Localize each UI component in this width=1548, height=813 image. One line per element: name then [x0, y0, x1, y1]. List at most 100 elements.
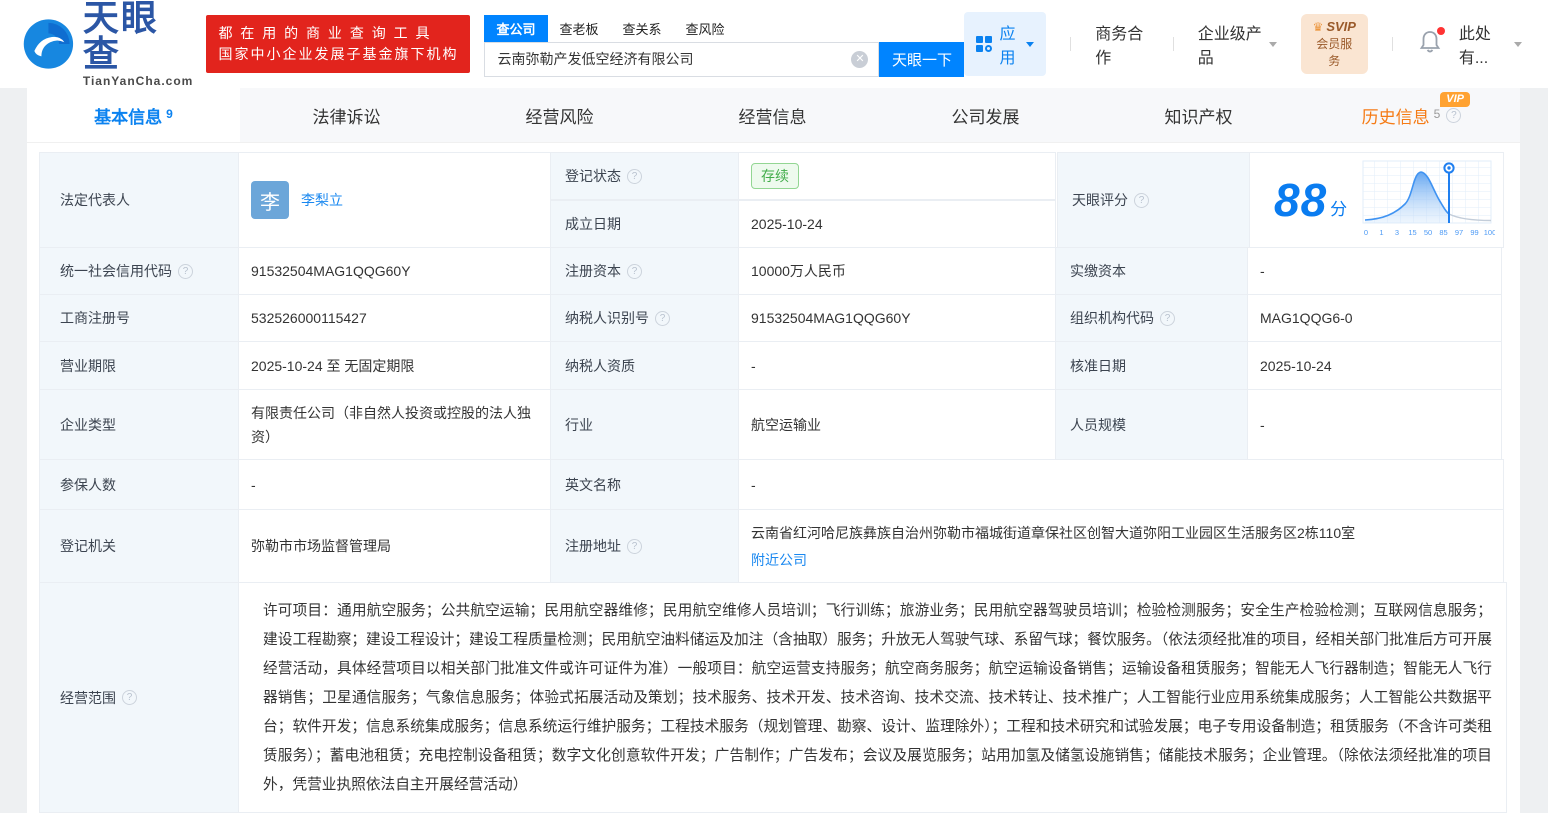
svg-text:1: 1: [1380, 228, 1384, 237]
taxpayer-id-value: 91532504MAG1QQG60Y: [738, 294, 1056, 342]
search-button[interactable]: 天眼一下: [879, 41, 965, 77]
tab-business-info[interactable]: 经营信息: [666, 88, 879, 142]
svg-text:100: 100: [1484, 228, 1495, 237]
chevron-down-icon: [1514, 41, 1522, 47]
logo-title: 天眼查: [82, 0, 159, 74]
business-term-label: 营业期限: [39, 341, 239, 390]
tab-label: 经营信息: [738, 107, 807, 127]
reg-address-label: 注册地址: [550, 509, 739, 583]
help-icon[interactable]: [627, 263, 642, 279]
apps-menu[interactable]: 应用: [964, 12, 1047, 76]
apps-label: 应用: [999, 26, 1016, 67]
score-label: 天眼评分: [1057, 152, 1250, 248]
svg-text:3: 3: [1395, 228, 1399, 237]
legal-rep-label: 法定代表人: [39, 152, 239, 248]
enterprise-products-link[interactable]: 企业级产品: [1198, 20, 1277, 68]
company-type-value: 有限责任公司（非自然人投资或控股的法人独资）: [238, 389, 551, 460]
slogan-line1: 都 在 用 的 商 业 查 询 工 具: [218, 25, 432, 41]
reg-authority-label: 登记机关: [39, 509, 239, 583]
content-container: 基本信息 9 法律诉讼 经营风险 经营信息 公司发展 知识产权 VIP 历史信息…: [27, 88, 1520, 813]
reg-address-value: 云南省红河哈尼族彝族自治州弥勒市福城街道章保社区创智大道弥阳工业园区生活服务区2…: [738, 509, 1504, 583]
logo-subtitle: TianYanCha.com: [82, 74, 194, 88]
score-distribution-chart: 0 1 3 15 50 85 97 99 100: [1362, 160, 1495, 237]
logo[interactable]: 天眼查 TianYanCha.com: [22, 0, 194, 88]
taxpayer-id-label: 纳税人识别号: [550, 294, 739, 342]
slogan-line2: 国家中小企业发展子基金旗下机构: [218, 46, 459, 62]
tab-company-development[interactable]: 公司发展: [879, 88, 1092, 142]
notification-bell-icon[interactable]: [1419, 26, 1445, 59]
search-tab-risk[interactable]: 查风险: [674, 15, 737, 42]
svip-member-button[interactable]: ♛ SVIP 会员服务: [1300, 14, 1368, 74]
divider: [1172, 37, 1174, 51]
score-unit: 分: [1330, 199, 1348, 219]
company-type-label: 企业类型: [39, 389, 239, 460]
tab-history-info[interactable]: VIP 历史信息 5: [1305, 88, 1518, 142]
search-tab-company[interactable]: 查公司: [484, 14, 548, 42]
approval-date-label: 核准日期: [1055, 341, 1248, 390]
tab-operating-risk[interactable]: 经营风险: [453, 88, 666, 142]
tab-label: 历史信息: [1361, 107, 1430, 127]
crown-icon: ♛: [1312, 19, 1324, 34]
enterprise-products-label: 企业级产品: [1197, 26, 1262, 67]
insured-count-label: 参保人数: [39, 459, 239, 510]
chevron-down-icon: [1268, 41, 1277, 47]
avatar[interactable]: 李: [251, 181, 289, 219]
credit-code-label: 统一社会信用代码: [39, 247, 239, 295]
help-icon[interactable]: [627, 168, 642, 184]
paid-capital-label: 实缴资本: [1055, 247, 1248, 295]
search-tab-relation[interactable]: 查关系: [611, 15, 674, 42]
staff-size-value: -: [1247, 389, 1502, 460]
svip-label: SVIP: [1326, 19, 1356, 34]
business-scope-text: 许可项目：通用航空服务；公共航空运输；民用航空器维修；民用航空维修人员培训；飞行…: [263, 603, 1492, 793]
help-icon[interactable]: [1134, 192, 1149, 208]
business-coop-link[interactable]: 商务合作: [1095, 20, 1149, 68]
reg-authority-value: 弥勒市市场监督管理局: [238, 509, 551, 583]
tab-basic-info[interactable]: 基本信息 9: [27, 88, 240, 142]
vip-badge: VIP: [1440, 92, 1470, 107]
help-icon[interactable]: [1160, 310, 1175, 326]
help-icon[interactable]: [178, 263, 193, 279]
user-menu[interactable]: 此处有...: [1459, 20, 1522, 68]
tab-count: 9: [166, 107, 173, 121]
search-tabs: 查公司 查老板 查关系 查风险: [484, 14, 964, 42]
nearby-companies-link[interactable]: 附近公司: [751, 550, 807, 570]
score-value[interactable]: 88 分 0 1 3 15 50 85 97 99 100: [1249, 152, 1504, 248]
help-icon[interactable]: [122, 690, 137, 705]
search-box: ✕: [484, 41, 880, 77]
taxpayer-quality-value: -: [738, 341, 1056, 390]
reg-status-value: 存续: [738, 152, 1056, 200]
chevron-down-icon: [1026, 41, 1035, 47]
svg-text:15: 15: [1409, 228, 1417, 237]
svg-text:97: 97: [1455, 228, 1463, 237]
apps-grid-icon: [976, 36, 993, 52]
help-icon[interactable]: [1446, 107, 1462, 123]
svip-service-label: 会员服务: [1316, 37, 1353, 68]
user-menu-label: 此处有...: [1458, 26, 1491, 67]
search-input[interactable]: [485, 51, 826, 67]
tab-label: 法律诉讼: [312, 107, 381, 127]
reg-capital-value: 10000万人民币: [738, 247, 1056, 295]
tab-label: 基本信息: [94, 107, 163, 127]
help-icon[interactable]: [655, 310, 670, 326]
paid-capital-value: -: [1247, 247, 1502, 295]
reg-number-label: 工商注册号: [39, 294, 239, 342]
industry-label: 行业: [550, 389, 739, 460]
search-tab-boss[interactable]: 查老板: [548, 15, 611, 42]
staff-size-label: 人员规模: [1055, 389, 1248, 460]
english-name-value: -: [738, 459, 1504, 510]
score-number: 88: [1274, 174, 1328, 226]
reg-number-value: 532526000115427: [238, 294, 551, 342]
section-tabs: 基本信息 9 法律诉讼 经营风险 经营信息 公司发展 知识产权 VIP 历史信息…: [27, 88, 1520, 143]
tab-intellectual-property[interactable]: 知识产权: [1092, 88, 1305, 142]
page-header: 天眼查 TianYanCha.com 都 在 用 的 商 业 查 询 工 具 国…: [0, 0, 1548, 88]
help-icon[interactable]: [627, 538, 642, 554]
search-area: 查公司 查老板 查关系 查风险 ✕ 天眼一下: [484, 14, 965, 77]
org-code-label: 组织机构代码: [1055, 294, 1248, 342]
legal-rep-link[interactable]: 李梨立: [301, 190, 343, 210]
notification-dot: [1436, 26, 1445, 35]
industry-value: 航空运输业: [738, 389, 1056, 460]
taxpayer-quality-label: 纳税人资质: [550, 341, 739, 390]
tab-legal-litigation[interactable]: 法律诉讼: [240, 88, 453, 142]
clear-search-icon[interactable]: ✕: [851, 50, 869, 68]
org-code-value: MAG1QQG6-0: [1247, 294, 1502, 342]
